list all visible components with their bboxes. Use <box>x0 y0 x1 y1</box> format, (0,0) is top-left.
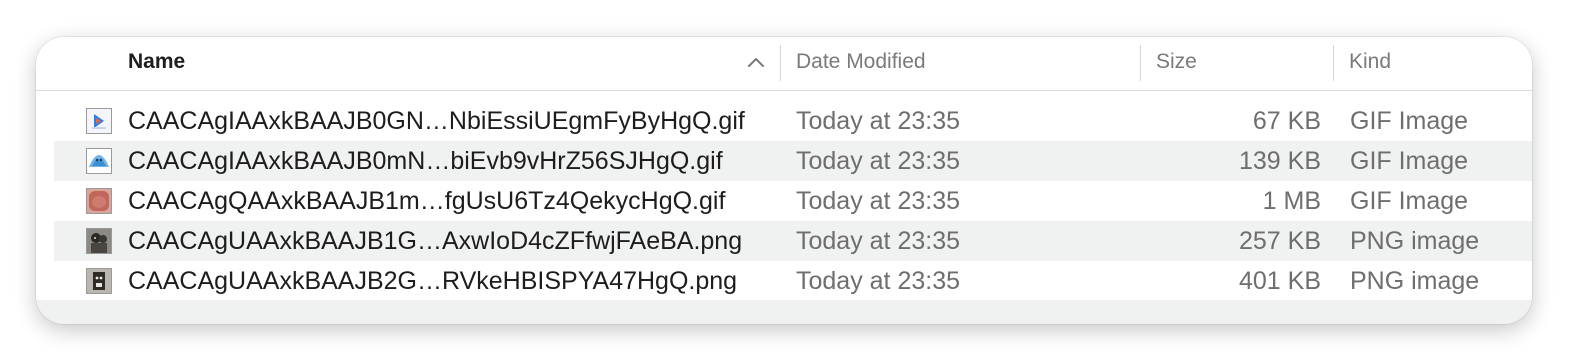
column-header-size[interactable]: Size <box>1156 37 1197 90</box>
chevron-up-icon[interactable] <box>746 54 766 70</box>
png-thumbnail-icon <box>86 268 112 294</box>
finder-window: Name Date Modified Size Kind CAACAgIAAxk… <box>36 37 1532 324</box>
file-kind: GIF Image <box>1350 187 1469 215</box>
file-kind: GIF Image <box>1350 147 1469 175</box>
file-date-modified: Today at 23:35 <box>796 227 961 255</box>
column-header-kind[interactable]: Kind <box>1349 37 1391 90</box>
png-thumbnail-icon <box>86 228 112 254</box>
file-name: CAACAgUAAxkBAAJB2G…RVkeHBISPYA47HgQ.png <box>128 267 738 295</box>
column-divider[interactable] <box>780 45 781 81</box>
file-row[interactable]: CAACAgIAAxkBAAJB0mN…biEvb9vHrZ56SJHgQ.gi… <box>54 141 1532 181</box>
file-date-modified: Today at 23:35 <box>796 147 961 175</box>
file-size: 139 KB <box>1238 147 1321 175</box>
column-header-name[interactable]: Name <box>128 37 185 90</box>
file-kind: PNG image <box>1350 227 1480 255</box>
empty-list-area <box>36 300 1532 324</box>
column-header: Name Date Modified Size Kind <box>36 37 1532 91</box>
file-date-modified: Today at 23:35 <box>796 267 961 295</box>
file-row[interactable]: CAACAgUAAxkBAAJB2G…RVkeHBISPYA47HgQ.png … <box>54 261 1532 301</box>
file-name: CAACAgIAAxkBAAJB0GN…NbiEssiUEgmFyByHgQ.g… <box>128 107 745 135</box>
file-date-modified: Today at 23:35 <box>796 107 961 135</box>
file-kind: GIF Image <box>1350 107 1469 135</box>
column-divider[interactable] <box>1333 45 1334 81</box>
column-header-date-modified[interactable]: Date Modified <box>796 37 926 90</box>
gif-thumbnail-icon <box>86 188 112 214</box>
gif-thumbnail-icon <box>86 148 112 174</box>
file-size: 257 KB <box>1238 227 1321 255</box>
column-divider[interactable] <box>1140 45 1141 81</box>
file-size: 67 KB <box>1252 107 1321 135</box>
file-name: CAACAgUAAxkBAAJB1G…AxwIoD4cZFfwjFAeBA.pn… <box>128 227 743 255</box>
file-name: CAACAgQAAxkBAAJB1m…fgUsU6Tz4QekycHgQ.gif <box>128 187 726 215</box>
file-row[interactable]: CAACAgIAAxkBAAJB0GN…NbiEssiUEgmFyByHgQ.g… <box>54 101 1532 141</box>
file-row[interactable]: CAACAgUAAxkBAAJB1G…AxwIoD4cZFfwjFAeBA.pn… <box>54 221 1532 261</box>
file-name: CAACAgIAAxkBAAJB0mN…biEvb9vHrZ56SJHgQ.gi… <box>128 147 723 175</box>
file-kind: PNG image <box>1350 267 1480 295</box>
file-row[interactable]: CAACAgQAAxkBAAJB1m…fgUsU6Tz4QekycHgQ.gif… <box>54 181 1532 221</box>
gif-thumbnail-icon <box>86 108 112 134</box>
file-size: 401 KB <box>1238 267 1321 295</box>
file-date-modified: Today at 23:35 <box>796 187 961 215</box>
file-size: 1 MB <box>1262 187 1321 215</box>
